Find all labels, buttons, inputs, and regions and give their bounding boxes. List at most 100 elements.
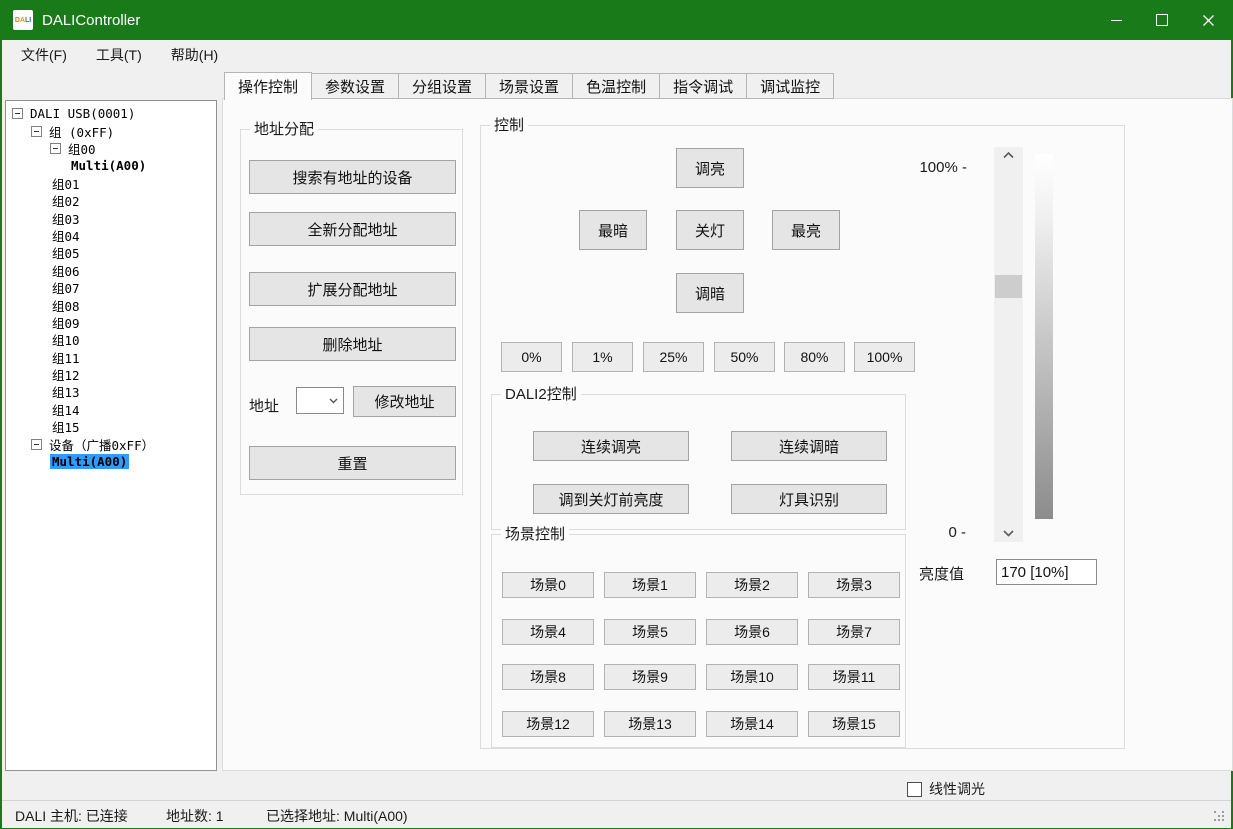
brightness-value-field[interactable]: 170 [10%] [996,559,1097,585]
tree-node-label: 组03 [50,209,82,228]
tab-7[interactable]: 调试监控 [747,73,834,99]
tree-node[interactable]: 组02 [6,192,216,209]
scene-button[interactable]: 场景14 [706,711,798,737]
scene-button[interactable]: 场景7 [808,619,900,645]
percent-button[interactable]: 1% [572,342,633,372]
dali2-button[interactable]: 连续调亮 [533,431,689,461]
dimmest-button[interactable]: 最暗 [579,210,647,250]
tree-node[interactable]: 组06 [6,262,216,279]
tree-node[interactable]: 组08 [6,296,216,313]
scene-button[interactable]: 场景3 [808,572,900,598]
tree-node-label: 组06 [50,261,82,280]
scene-button[interactable]: 场景10 [706,664,798,690]
tree-node[interactable]: 组09 [6,314,216,331]
tab-2[interactable]: 参数设置 [312,73,399,99]
scene-button[interactable]: 场景2 [706,572,798,598]
tree-node[interactable]: 组03 [6,209,216,226]
tree-node-label: 组13 [50,382,82,401]
percent-button[interactable]: 100% [854,342,915,372]
scene-button[interactable]: 场景8 [502,664,594,690]
tree-node[interactable]: 组05 [6,244,216,261]
address-action-button[interactable]: 扩展分配地址 [249,272,456,306]
tree-node[interactable]: 设备（广播0xFF） [6,435,216,452]
scene-button[interactable]: 场景6 [706,619,798,645]
modify-address-button[interactable]: 修改地址 [353,386,456,417]
maximize-button[interactable] [1139,0,1185,40]
app-window: DALI DALIController 文件(F)工具(T)帮助(H) DALI… [0,0,1233,829]
tree-node-label: Multi(A00) [69,158,148,173]
scene-button[interactable]: 场景0 [502,572,594,598]
close-button[interactable] [1185,0,1231,40]
tab-6[interactable]: 指令调试 [660,73,747,99]
tree-node[interactable]: 组04 [6,227,216,244]
tree-node[interactable]: DALI USB(0001) [6,105,216,122]
tree-node[interactable]: 组15 [6,418,216,435]
dali2-button[interactable]: 调到关灯前亮度 [533,484,689,514]
percent-button[interactable]: 50% [714,342,775,372]
scene-button[interactable]: 场景11 [808,664,900,690]
tree-node-label: 组04 [50,226,82,245]
resize-grip-icon[interactable] [1214,811,1226,823]
menu-item[interactable]: 工具(T) [86,45,152,65]
scene-button[interactable]: 场景9 [604,664,696,690]
brightness-value-label: 亮度值 [919,563,964,584]
address-combobox[interactable] [296,387,344,414]
status-item: 已选择地址: Multi(A00) [266,806,408,826]
tab-1[interactable]: 操作控制 [224,72,312,100]
tree-node[interactable]: Multi(A00) [6,157,216,174]
reset-button[interactable]: 重置 [249,446,456,480]
percent-button[interactable]: 80% [784,342,845,372]
menu-item[interactable]: 帮助(H) [161,45,228,65]
minimize-button[interactable] [1093,0,1139,40]
tree-node[interactable]: 组01 [6,175,216,192]
app-icon-letter: I [29,17,31,24]
scene-button[interactable]: 场景1 [604,572,696,598]
tree-node-label: 组15 [50,417,82,436]
menu-item[interactable]: 文件(F) [11,45,77,65]
app-icon: DALI [13,10,33,30]
scene-button[interactable]: 场景13 [604,711,696,737]
tab-4[interactable]: 场景设置 [486,73,573,99]
address-action-button[interactable]: 删除地址 [249,327,456,361]
scroll-down-button[interactable] [994,525,1023,542]
dali2-button[interactable]: 连续调暗 [731,431,887,461]
tab-5[interactable]: 色温控制 [573,73,660,99]
expander-minus-icon[interactable] [31,439,42,450]
scene-button[interactable]: 场景15 [808,711,900,737]
tree-node[interactable]: Multi(A00) [6,453,216,470]
tree-node[interactable]: 组10 [6,331,216,348]
group-title: 控制 [490,117,528,134]
dim-button[interactable]: 调暗 [676,273,744,313]
expander-minus-icon[interactable] [31,126,42,137]
tree-node[interactable]: 组14 [6,401,216,418]
brightness-scrollbar[interactable] [994,147,1023,542]
percent-button[interactable]: 25% [643,342,704,372]
tree-node[interactable]: 组 (0xFF) [6,122,216,139]
scene-button[interactable]: 场景12 [502,711,594,737]
scroll-up-button[interactable] [994,147,1023,164]
brighten-button[interactable]: 调亮 [676,148,744,188]
linear-dimming-checkbox[interactable] [907,782,922,797]
tree-node[interactable]: 组07 [6,279,216,296]
address-action-button[interactable]: 全新分配地址 [249,212,456,246]
brightest-button[interactable]: 最亮 [772,210,840,250]
dali2-button[interactable]: 灯具识别 [731,484,887,514]
tree-node-label: DALI USB(0001) [28,106,137,121]
tree-node-label: 设备（广播0xFF） [47,435,156,454]
tree-node[interactable]: 组11 [6,348,216,365]
tree-node-label: 组10 [50,330,82,349]
expander-minus-icon[interactable] [50,143,61,154]
lights-off-button[interactable]: 关灯 [676,210,744,250]
tree-node[interactable]: 组00 [6,140,216,157]
scrollbar-thumb[interactable] [995,275,1022,298]
percent-button[interactable]: 0% [501,342,562,372]
tree-node[interactable]: 组13 [6,383,216,400]
address-action-button[interactable]: 搜索有地址的设备 [249,160,456,194]
tree-node[interactable]: 组12 [6,366,216,383]
tab-3[interactable]: 分组设置 [399,73,486,99]
tab-strip: 操作控制参数设置分组设置场景设置色温控制指令调试调试监控 [224,72,834,99]
expander-minus-icon[interactable] [12,108,23,119]
scene-button[interactable]: 场景5 [604,619,696,645]
linear-dimming-label: 线性调光 [929,779,985,799]
scene-button[interactable]: 场景4 [502,619,594,645]
